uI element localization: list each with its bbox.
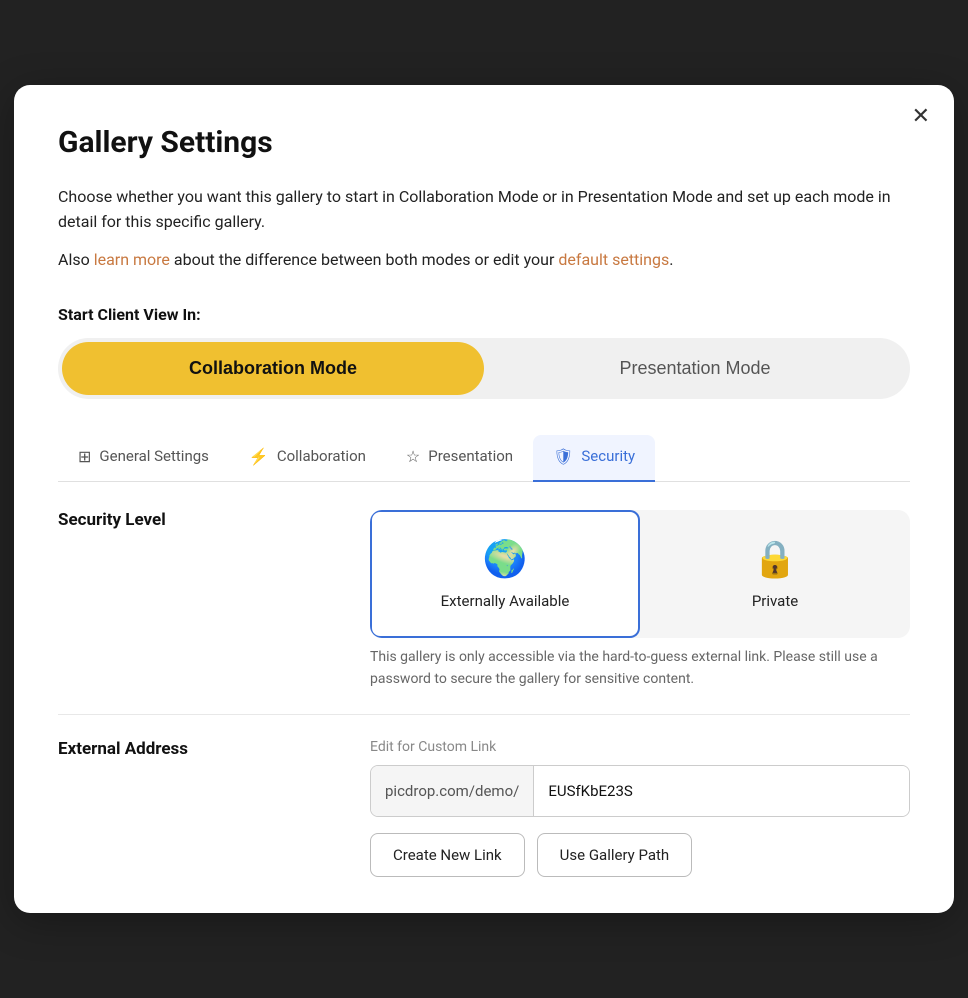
address-input[interactable] (534, 766, 909, 816)
address-input-row: picdrop.com/demo/ (370, 765, 910, 817)
mode-toggle: Collaboration Mode Presentation Mode (58, 338, 910, 399)
tab-collaboration-label: Collaboration (277, 447, 366, 465)
tab-presentation-label: Presentation (428, 447, 513, 465)
private-option[interactable]: 🔒 Private (640, 510, 910, 638)
tab-general-settings-label: General Settings (99, 447, 209, 465)
modal-overlay: ✕ Gallery Settings Choose whether you wa… (0, 0, 968, 998)
close-button[interactable]: ✕ (912, 105, 930, 127)
tab-collaboration[interactable]: ⚡ Collaboration (229, 435, 386, 482)
address-prefix: picdrop.com/demo/ (371, 766, 534, 816)
use-gallery-path-button[interactable]: Use Gallery Path (537, 833, 693, 877)
gallery-settings-modal: ✕ Gallery Settings Choose whether you wa… (14, 85, 954, 914)
collaboration-mode-button[interactable]: Collaboration Mode (62, 342, 484, 395)
security-icon: 🛡 (553, 447, 573, 466)
tab-general-settings[interactable]: ⊞ General Settings (58, 435, 229, 482)
private-label: Private (752, 592, 798, 610)
tab-presentation[interactable]: ☆ Presentation (386, 435, 533, 482)
externally-available-option[interactable]: 🌍 Externally Available (370, 510, 640, 638)
custom-link-label: Edit for Custom Link (370, 739, 910, 755)
tab-security-label: Security (581, 447, 635, 465)
security-options-col: 🌍 Externally Available 🔒 Private This ga… (370, 510, 910, 691)
security-level-section: Security Level 🌍 Externally Available 🔒 … (58, 510, 910, 691)
lock-icon: 🔒 (753, 538, 798, 580)
description-text: Choose whether you want this gallery to … (58, 184, 910, 235)
external-address-col: External Address (58, 739, 338, 759)
external-address-content: Edit for Custom Link picdrop.com/demo/ C… (370, 739, 910, 877)
security-description: This gallery is only accessible via the … (370, 638, 910, 691)
presentation-mode-button[interactable]: Presentation Mode (484, 342, 906, 395)
external-address-section: External Address Edit for Custom Link pi… (58, 739, 910, 877)
globe-icon: 🌍 (483, 538, 528, 580)
address-btn-row: Create New Link Use Gallery Path (370, 833, 910, 877)
default-settings-link[interactable]: default settings (558, 250, 669, 269)
collaboration-icon: ⚡ (249, 447, 269, 466)
start-client-label: Start Client View In: (58, 305, 910, 324)
security-level-label: Security Level (58, 510, 338, 530)
security-options-group: 🌍 Externally Available 🔒 Private (370, 510, 910, 638)
externally-available-label: Externally Available (441, 592, 570, 610)
external-address-label: External Address (58, 739, 338, 759)
tab-security[interactable]: 🛡 Security (533, 435, 655, 482)
presentation-icon: ☆ (406, 447, 420, 466)
general-settings-icon: ⊞ (78, 447, 91, 466)
settings-tabs: ⊞ General Settings ⚡ Collaboration ☆ Pre… (58, 435, 910, 482)
learn-more-link[interactable]: learn more (94, 250, 170, 269)
security-level-col: Security Level (58, 510, 338, 530)
create-new-link-button[interactable]: Create New Link (370, 833, 525, 877)
section-divider (58, 714, 910, 715)
description-links: Also learn more about the difference bet… (58, 247, 910, 273)
modal-title: Gallery Settings (58, 125, 910, 160)
